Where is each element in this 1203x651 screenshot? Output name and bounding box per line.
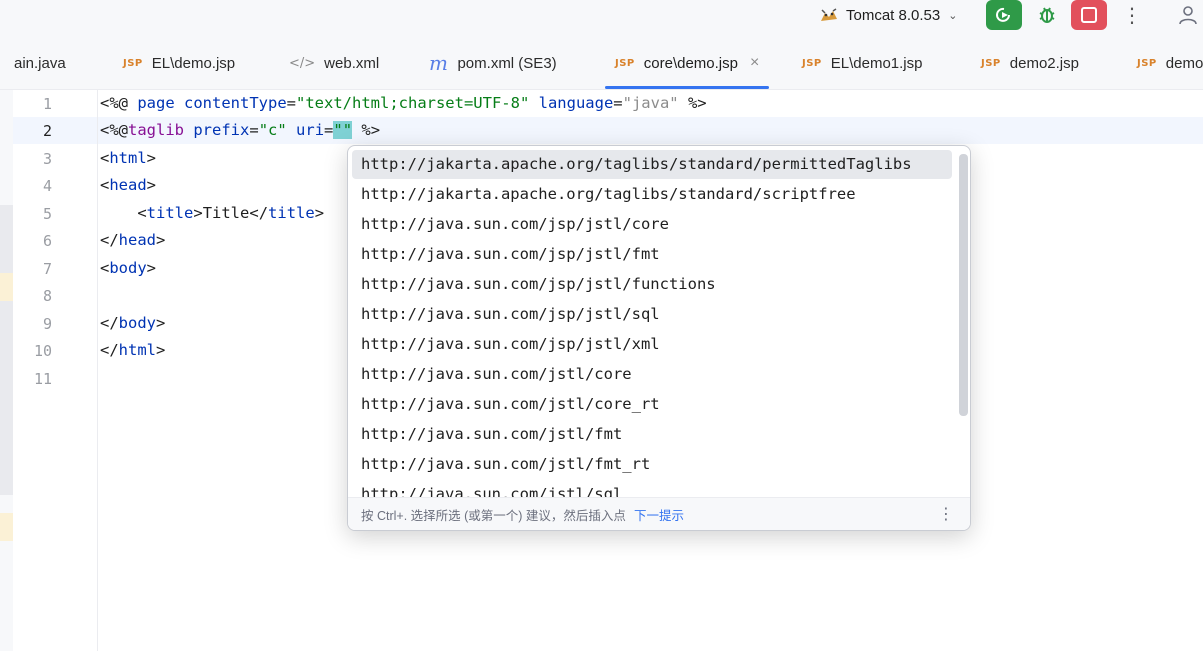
code-line-3: <html> [100,149,157,167]
completion-item[interactable]: http://java.sun.com/jstl/core_rt [352,390,952,419]
tab-label: ain.java [14,54,66,72]
code-line-6: </head> [100,231,166,249]
tab-label: EL\demo.jsp [151,54,236,72]
tab-core-demo-jsp[interactable]: JSP core\demo.jsp × [604,37,770,89]
jsp-file-icon: JSP [1137,57,1157,69]
scrollbar-thumb[interactable] [959,154,968,416]
code-line-2: <%@taglib prefix="c" uri="" %> [100,121,381,139]
user-icon [1179,6,1197,25]
line-number: 10 [33,342,52,360]
xml-file-icon: </> [289,55,316,71]
run-config-label: Tomcat 8.0.53 [846,6,941,24]
code-line-5: <title>Title</title> [137,204,325,222]
tab-label: pom.xml (SE3) [457,54,557,72]
line-number: 5 [42,205,52,223]
jsp-file-icon: JSP [615,57,635,69]
tab-label: demo2.jsp [1009,54,1079,72]
code-line-1: <%@ page contentType="text/html;charset=… [100,94,707,112]
completion-item[interactable]: http://java.sun.com/jstl/fmt_rt [352,450,952,479]
line-number: 1 [42,95,52,113]
rerun-icon [996,7,1010,22]
completion-item[interactable]: http://java.sun.com/jsp/jstl/fmt [352,240,952,269]
code-line-9: </body> [100,314,166,332]
completion-item[interactable]: http://java.sun.com/jsp/jstl/sql [352,300,952,329]
chevron-down-icon: ⌄ [948,9,958,22]
tab-pom-xml[interactable]: m pom.xml (SE3) [429,37,557,89]
editor-tab-bar: ain.java JSP EL\demo.jsp </> web.xml m p… [0,37,1203,90]
completion-item[interactable]: http://java.sun.com/jstl/sql [352,480,952,498]
tab-label: demo [1165,54,1203,72]
completion-hint-text: 按 Ctrl+. 选择所选 (或第一个) 建议，然后插入点 [361,508,626,523]
tab-label: EL\demo1.jsp [830,54,923,72]
tab-el-demo1-jsp[interactable]: JSP EL\demo1.jsp [802,37,923,89]
more-vertical-icon: ⋮ [1122,4,1142,27]
line-number: 8 [42,287,52,305]
line-number: 9 [42,315,52,333]
run-button[interactable] [986,0,1022,30]
line-number: 11 [33,370,52,388]
account-button[interactable] [1170,0,1203,30]
line-number: 7 [42,260,52,278]
tab-web-xml[interactable]: </> web.xml [289,37,379,89]
code-line-10: </html> [100,341,166,359]
next-tip-link[interactable]: 下一提示 [634,505,684,524]
completion-item[interactable]: http://java.sun.com/jsp/jstl/core [352,210,952,239]
stop-button[interactable] [1071,0,1107,30]
jsp-file-icon: JSP [981,57,1001,69]
line-number: 4 [42,177,52,195]
jsp-file-icon: JSP [123,57,143,69]
stop-icon [1081,7,1097,23]
line-number: 3 [42,150,52,168]
more-actions-button[interactable]: ⋮ [1114,0,1150,30]
line-number: 2 [42,122,52,140]
close-tab-icon[interactable]: × [750,54,759,72]
completion-item[interactable]: http://java.sun.com/jsp/jstl/functions [352,270,952,299]
code-completion-popup: http://jakarta.apache.org/taglibs/standa… [347,145,971,531]
completion-item[interactable]: http://jakarta.apache.org/taglibs/standa… [352,150,952,179]
more-vertical-icon[interactable]: ⋮ [938,504,954,524]
line-number: 6 [42,232,52,250]
tab-label: web.xml [324,54,380,72]
tab-label: core\demo.jsp [643,54,738,72]
tab-demo2-jsp[interactable]: JSP demo2.jsp [981,37,1079,89]
run-configuration-selector[interactable]: Tomcat 8.0.53 ⌄ [818,4,957,26]
code-line-4: <head> [100,176,157,194]
completion-item[interactable]: http://java.sun.com/jstl/fmt [352,420,952,449]
completion-list: http://jakarta.apache.org/taglibs/standa… [348,146,970,498]
completion-footer: 按 Ctrl+. 选择所选 (或第一个) 建议，然后插入点 下一提示 ⋮ [348,497,970,530]
completion-item[interactable]: http://jakarta.apache.org/taglibs/standa… [352,180,952,209]
tab-main-java[interactable]: ain.java [14,37,66,89]
debug-button[interactable] [1029,0,1065,30]
completion-item[interactable]: http://java.sun.com/jstl/core [352,360,952,389]
debug-icon [1039,7,1055,23]
tomcat-icon [821,8,837,21]
completion-scrollbar[interactable] [958,150,970,495]
uri-value-caret[interactable]: "" [333,121,353,139]
completion-item[interactable]: http://java.sun.com/jsp/jstl/xml [352,330,952,359]
main-toolbar: Tomcat 8.0.53 ⌄ ⋮ [0,0,1203,37]
tab-el-demo-jsp[interactable]: JSP EL\demo.jsp [123,37,235,89]
tab-demo-truncated[interactable]: JSP demo [1137,37,1203,89]
maven-file-icon: m [429,51,449,75]
tool-window-strip [0,90,13,651]
jsp-file-icon: JSP [802,57,822,69]
code-line-7: <body> [100,259,157,277]
